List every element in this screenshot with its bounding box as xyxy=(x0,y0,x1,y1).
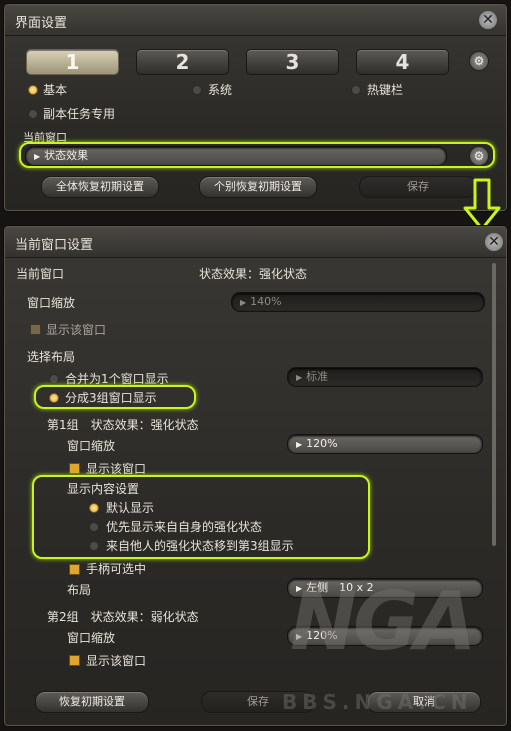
display-self-priority-radio[interactable] xyxy=(89,522,99,532)
display-default-label[interactable]: 默认显示 xyxy=(106,499,154,516)
display-move-others-label[interactable]: 来自他人的强化状态移到第3组显示 xyxy=(106,537,294,554)
close-icon[interactable]: ✕ xyxy=(485,233,503,251)
window-title: 当前窗口设置 xyxy=(15,238,94,253)
layout-heading: 选择布局 xyxy=(27,350,76,364)
triangle-right-icon: ▶ xyxy=(240,298,247,307)
tab-1[interactable]: 1 xyxy=(26,49,119,75)
group1-scale-label: 窗口缩放 xyxy=(67,439,116,453)
option-duty-radio[interactable] xyxy=(28,109,38,119)
bbs-url-watermark: BBS.NGA.CN xyxy=(282,690,473,714)
title-bar[interactable]: 界面设置 ✕ xyxy=(5,5,506,36)
option-hotbar-label[interactable]: 热键栏 xyxy=(367,81,403,98)
title-bar[interactable]: 当前窗口设置 ✕ xyxy=(5,227,506,258)
option-basic-radio[interactable] xyxy=(28,85,38,95)
window-scale-label: 窗口缩放 xyxy=(27,296,76,310)
triangle-right-icon: ▶ xyxy=(296,440,303,449)
layout-merge-select[interactable]: ▶ 标准 xyxy=(287,367,483,387)
reset-all-button[interactable]: 全体恢复初期设置 xyxy=(41,176,159,198)
reset-each-button[interactable]: 个别恢复初期设置 xyxy=(199,176,317,198)
gear-icon[interactable]: ⚙ xyxy=(469,51,489,71)
group1-heading: 第1组 状态效果：强化状态 xyxy=(47,418,199,432)
option-basic-label[interactable]: 基本 xyxy=(43,81,67,98)
current-window-label: 当前窗口 xyxy=(16,267,65,281)
option-system-radio[interactable] xyxy=(192,85,202,95)
gamepad-select-label[interactable]: 手柄可选中 xyxy=(86,560,146,577)
show-window-checkbox[interactable] xyxy=(30,324,41,335)
current-window-label: 当前窗口 xyxy=(23,131,67,144)
display-default-radio[interactable] xyxy=(89,503,99,513)
tab-2[interactable]: 2 xyxy=(136,49,229,75)
layout-split-label[interactable]: 分成3组窗口显示 xyxy=(65,389,157,406)
layout-merge-label[interactable]: 合并为1个窗口显示 xyxy=(65,370,169,387)
tab-3[interactable]: 3 xyxy=(246,49,339,75)
option-system-label[interactable]: 系统 xyxy=(208,81,232,98)
close-icon[interactable]: ✕ xyxy=(479,11,497,29)
option-hotbar-radio[interactable] xyxy=(351,85,361,95)
triangle-right-icon: ▶ xyxy=(34,152,41,161)
show-window-label[interactable]: 显示该窗口 xyxy=(46,321,106,338)
display-self-priority-label[interactable]: 优先显示来自自身的强化状态 xyxy=(106,518,262,535)
layout-split-radio[interactable] xyxy=(49,393,59,403)
group1-scale-select[interactable]: ▶ 120% xyxy=(287,434,483,454)
scrollbar[interactable] xyxy=(492,263,496,546)
window-scale-value: 140% xyxy=(250,295,282,308)
current-window-value: 状态效果：强化状态 xyxy=(199,267,308,281)
tab-4[interactable]: 4 xyxy=(356,49,449,75)
layout-merge-radio[interactable] xyxy=(49,374,59,384)
display-settings-heading: 显示内容设置 xyxy=(67,482,140,496)
reset-button[interactable]: 恢复初期设置 xyxy=(35,691,149,713)
current-window-value: 状态效果 xyxy=(44,149,89,162)
window-scale-select[interactable]: ▶ 140% xyxy=(231,292,485,312)
triangle-right-icon: ▶ xyxy=(296,373,303,382)
gamepad-select-checkbox[interactable] xyxy=(69,564,80,575)
option-duty-label[interactable]: 副本任务专用 xyxy=(43,105,115,122)
group2-show-window-checkbox[interactable] xyxy=(69,655,80,666)
gear-icon[interactable]: ⚙ xyxy=(469,146,489,166)
arrow-down-icon xyxy=(463,178,501,231)
current-window-select[interactable]: ▶ 状态效果 xyxy=(25,146,447,166)
group2-heading: 第2组 状态效果：弱化状态 xyxy=(47,610,199,624)
nga-logo-watermark: NGA xyxy=(290,575,477,668)
display-move-others-radio[interactable] xyxy=(89,541,99,551)
group1-scale-value: 120% xyxy=(306,437,338,450)
window-title: 界面设置 xyxy=(15,16,68,31)
group1-show-window-checkbox[interactable] xyxy=(69,463,80,474)
group1-layout-label: 布局 xyxy=(67,583,92,597)
save-button[interactable]: 保存 xyxy=(359,176,477,198)
group2-show-window-label[interactable]: 显示该窗口 xyxy=(86,652,146,669)
layout-merge-value: 标准 xyxy=(306,370,329,383)
group1-show-window-label[interactable]: 显示该窗口 xyxy=(86,460,146,477)
group2-scale-label: 窗口缩放 xyxy=(67,631,116,645)
interface-settings-window: 界面设置 ✕ 1 2 3 4 ⚙ 基本 系统 热键栏 副本任务专用 当前窗口 ▶… xyxy=(4,4,507,211)
